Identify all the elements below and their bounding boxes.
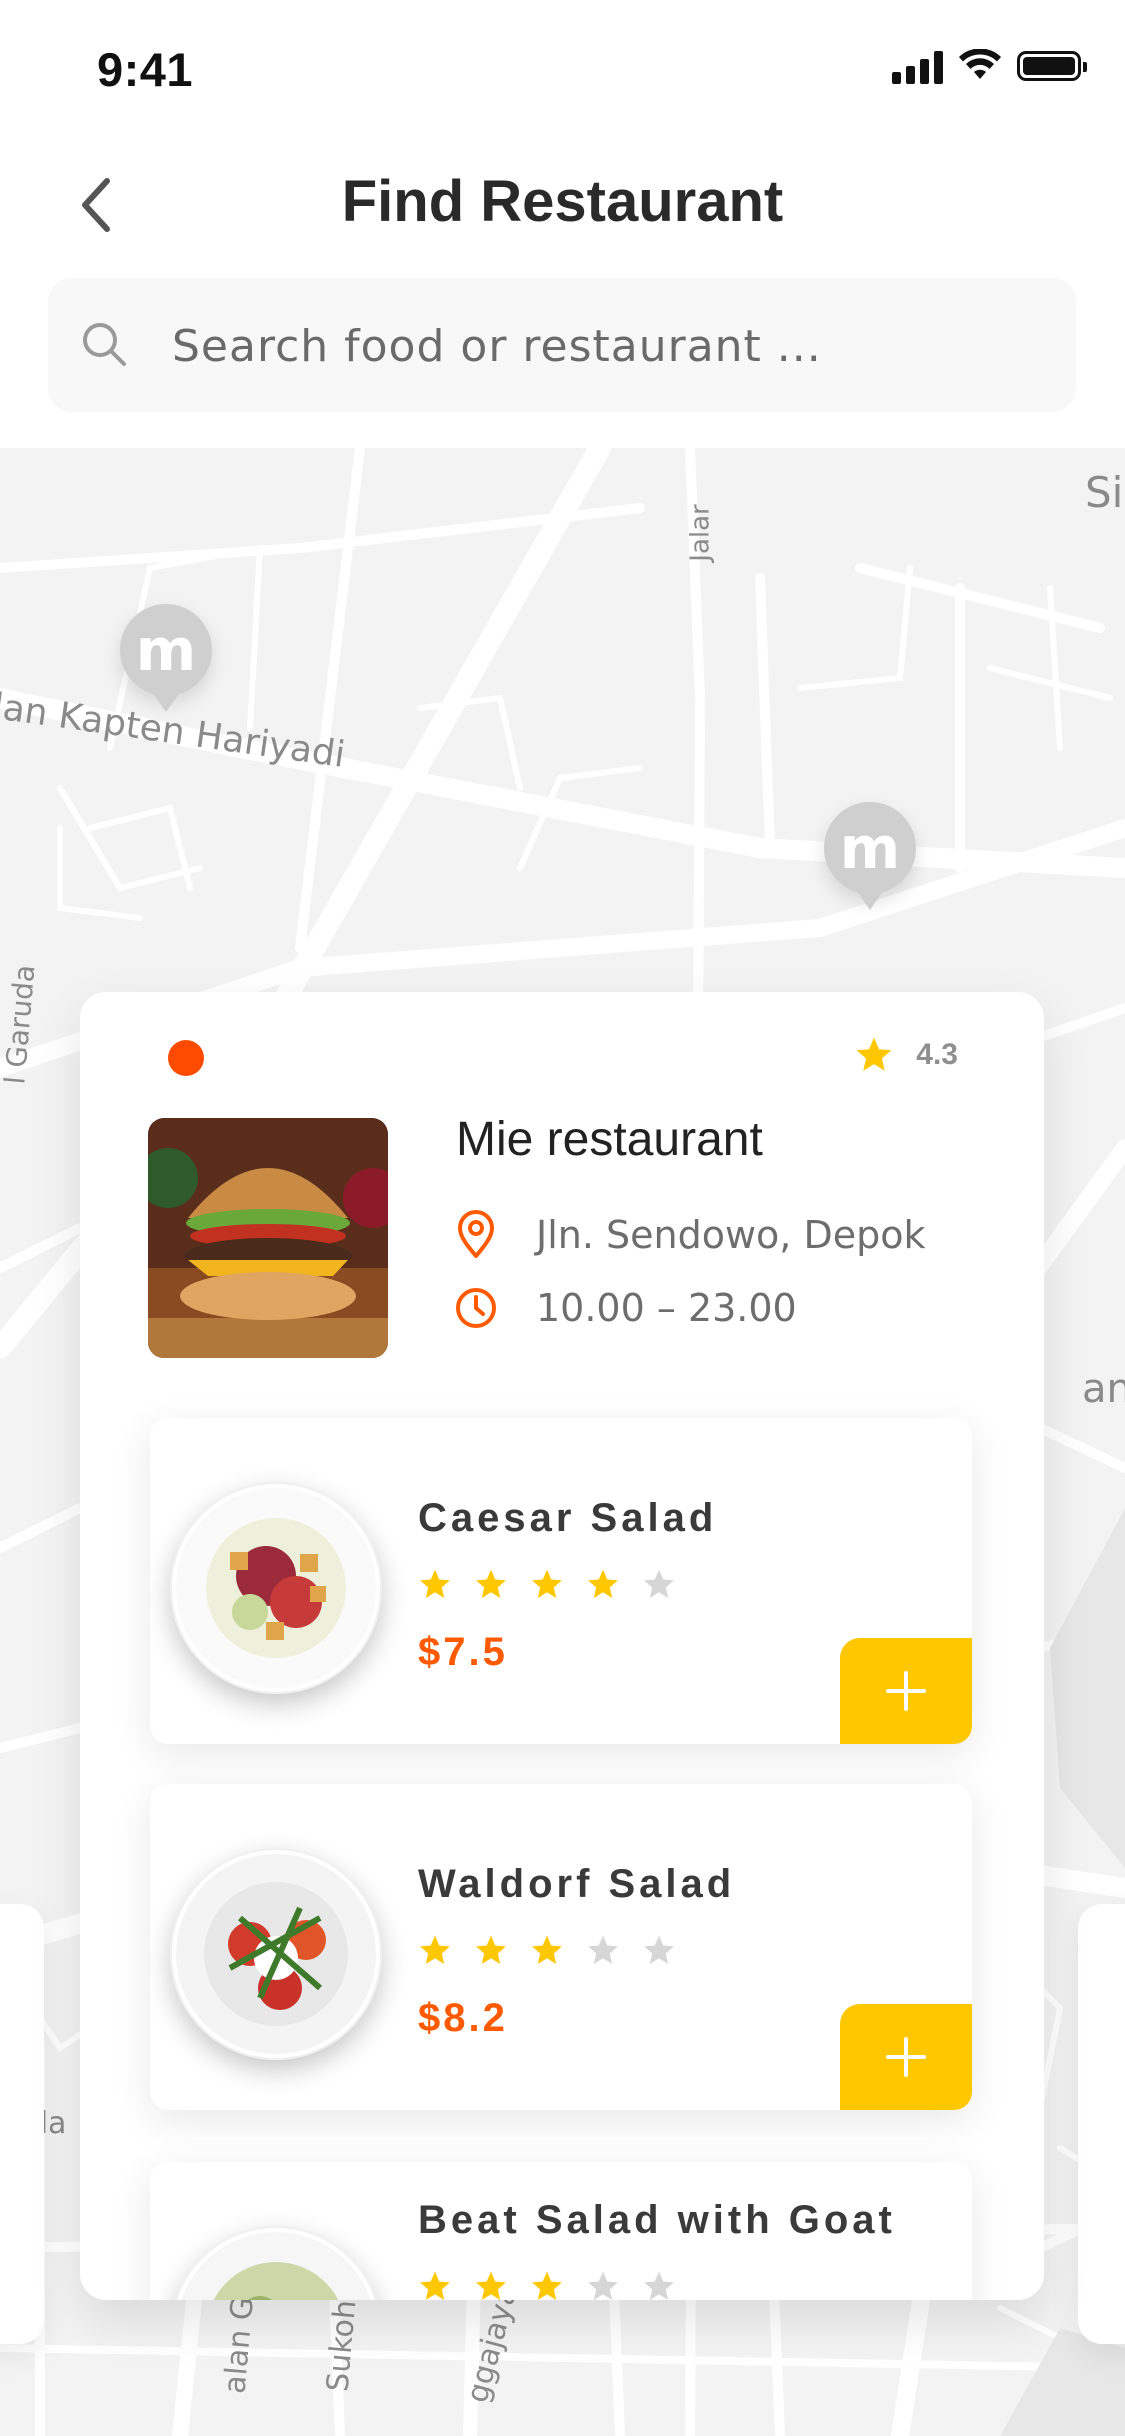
- star-icon: [476, 1569, 506, 1598]
- side-card-next[interactable]: [1078, 1904, 1125, 2344]
- status-icons: [892, 48, 1087, 84]
- search-icon: [83, 323, 126, 366]
- star-empty-icon: [588, 2271, 618, 2300]
- food-image: [170, 2226, 382, 2300]
- status-dot: [168, 1040, 204, 1076]
- battery-icon: [1017, 51, 1087, 81]
- restaurant-address-row: Jln. Sendowo, Depok: [454, 1210, 925, 1260]
- wifi-icon: [959, 49, 1001, 79]
- restaurant-hours: 10.00 – 23.00: [536, 1286, 797, 1330]
- item-rating: [418, 1568, 676, 1601]
- menu-item[interactable]: Caesar Salad $7.5: [150, 1418, 972, 1744]
- restaurant-hours-row: 10.00 – 23.00: [454, 1286, 797, 1330]
- rating: 4.3: [854, 1036, 958, 1074]
- item-name: Caesar Salad: [418, 1496, 718, 1540]
- menu-item[interactable]: Waldorf Salad $8.2: [150, 1784, 972, 2110]
- map-label-street: ani: [1082, 1366, 1125, 1412]
- food-image: [170, 1482, 382, 1694]
- add-to-cart-button[interactable]: [840, 1638, 972, 1744]
- star-icon: [476, 2271, 506, 2300]
- star-empty-icon: [588, 1935, 618, 1964]
- star-empty-icon: [644, 2271, 674, 2300]
- star-icon: [856, 1037, 892, 1071]
- restaurant-card[interactable]: 4.3 Mie restaurant Jln. Sendowo, Depok 1…: [80, 992, 1044, 2300]
- star-icon: [588, 1569, 618, 1598]
- food-image: [170, 1848, 382, 2060]
- star-icon: [420, 2271, 450, 2300]
- map-label-street: Jalar: [685, 504, 716, 562]
- star-icon: [420, 1935, 450, 1964]
- star-empty-icon: [644, 1569, 674, 1598]
- side-card-previous[interactable]: [0, 1904, 44, 2344]
- item-name: Beat Salad with Goat: [418, 2198, 896, 2242]
- search-bar[interactable]: [48, 278, 1076, 414]
- star-icon: [532, 2271, 562, 2300]
- cellular-signal-icon: [892, 48, 943, 84]
- star-icon: [476, 1935, 506, 1964]
- item-rating: [418, 2270, 676, 2300]
- star-icon: [532, 1935, 562, 1964]
- add-to-cart-button[interactable]: [840, 2004, 972, 2110]
- map-label-street: Si: [1085, 468, 1124, 517]
- status-time: 9:41: [97, 43, 194, 96]
- item-price: $8.2: [418, 1996, 508, 2040]
- clock-icon: [456, 1288, 496, 1328]
- status-bar: 9:41: [0, 0, 1125, 140]
- restaurant-image: [148, 1118, 388, 1358]
- item-name: Waldorf Salad: [418, 1862, 736, 1906]
- star-icon: [420, 1569, 450, 1598]
- plus-icon: [886, 1671, 926, 1711]
- location-pin-icon: [458, 1210, 494, 1258]
- header: Find Restaurant: [0, 140, 1125, 448]
- restaurant-address: Jln. Sendowo, Depok: [536, 1213, 926, 1257]
- item-rating: [418, 1934, 676, 1967]
- menu-item[interactable]: Beat Salad with Goat: [150, 2162, 972, 2300]
- item-price: $7.5: [418, 1630, 508, 1674]
- page-title: Find Restaurant: [341, 169, 784, 234]
- plus-icon: [886, 2037, 926, 2077]
- restaurant-name: Mie restaurant: [456, 1113, 763, 1166]
- map-pin-restaurant[interactable]: m: [120, 604, 212, 712]
- map-pin-restaurant[interactable]: m: [824, 802, 916, 910]
- search-input[interactable]: [170, 278, 1054, 414]
- star-icon: [532, 1569, 562, 1598]
- rating-value: 4.3: [916, 1038, 958, 1071]
- star-empty-icon: [644, 1935, 674, 1964]
